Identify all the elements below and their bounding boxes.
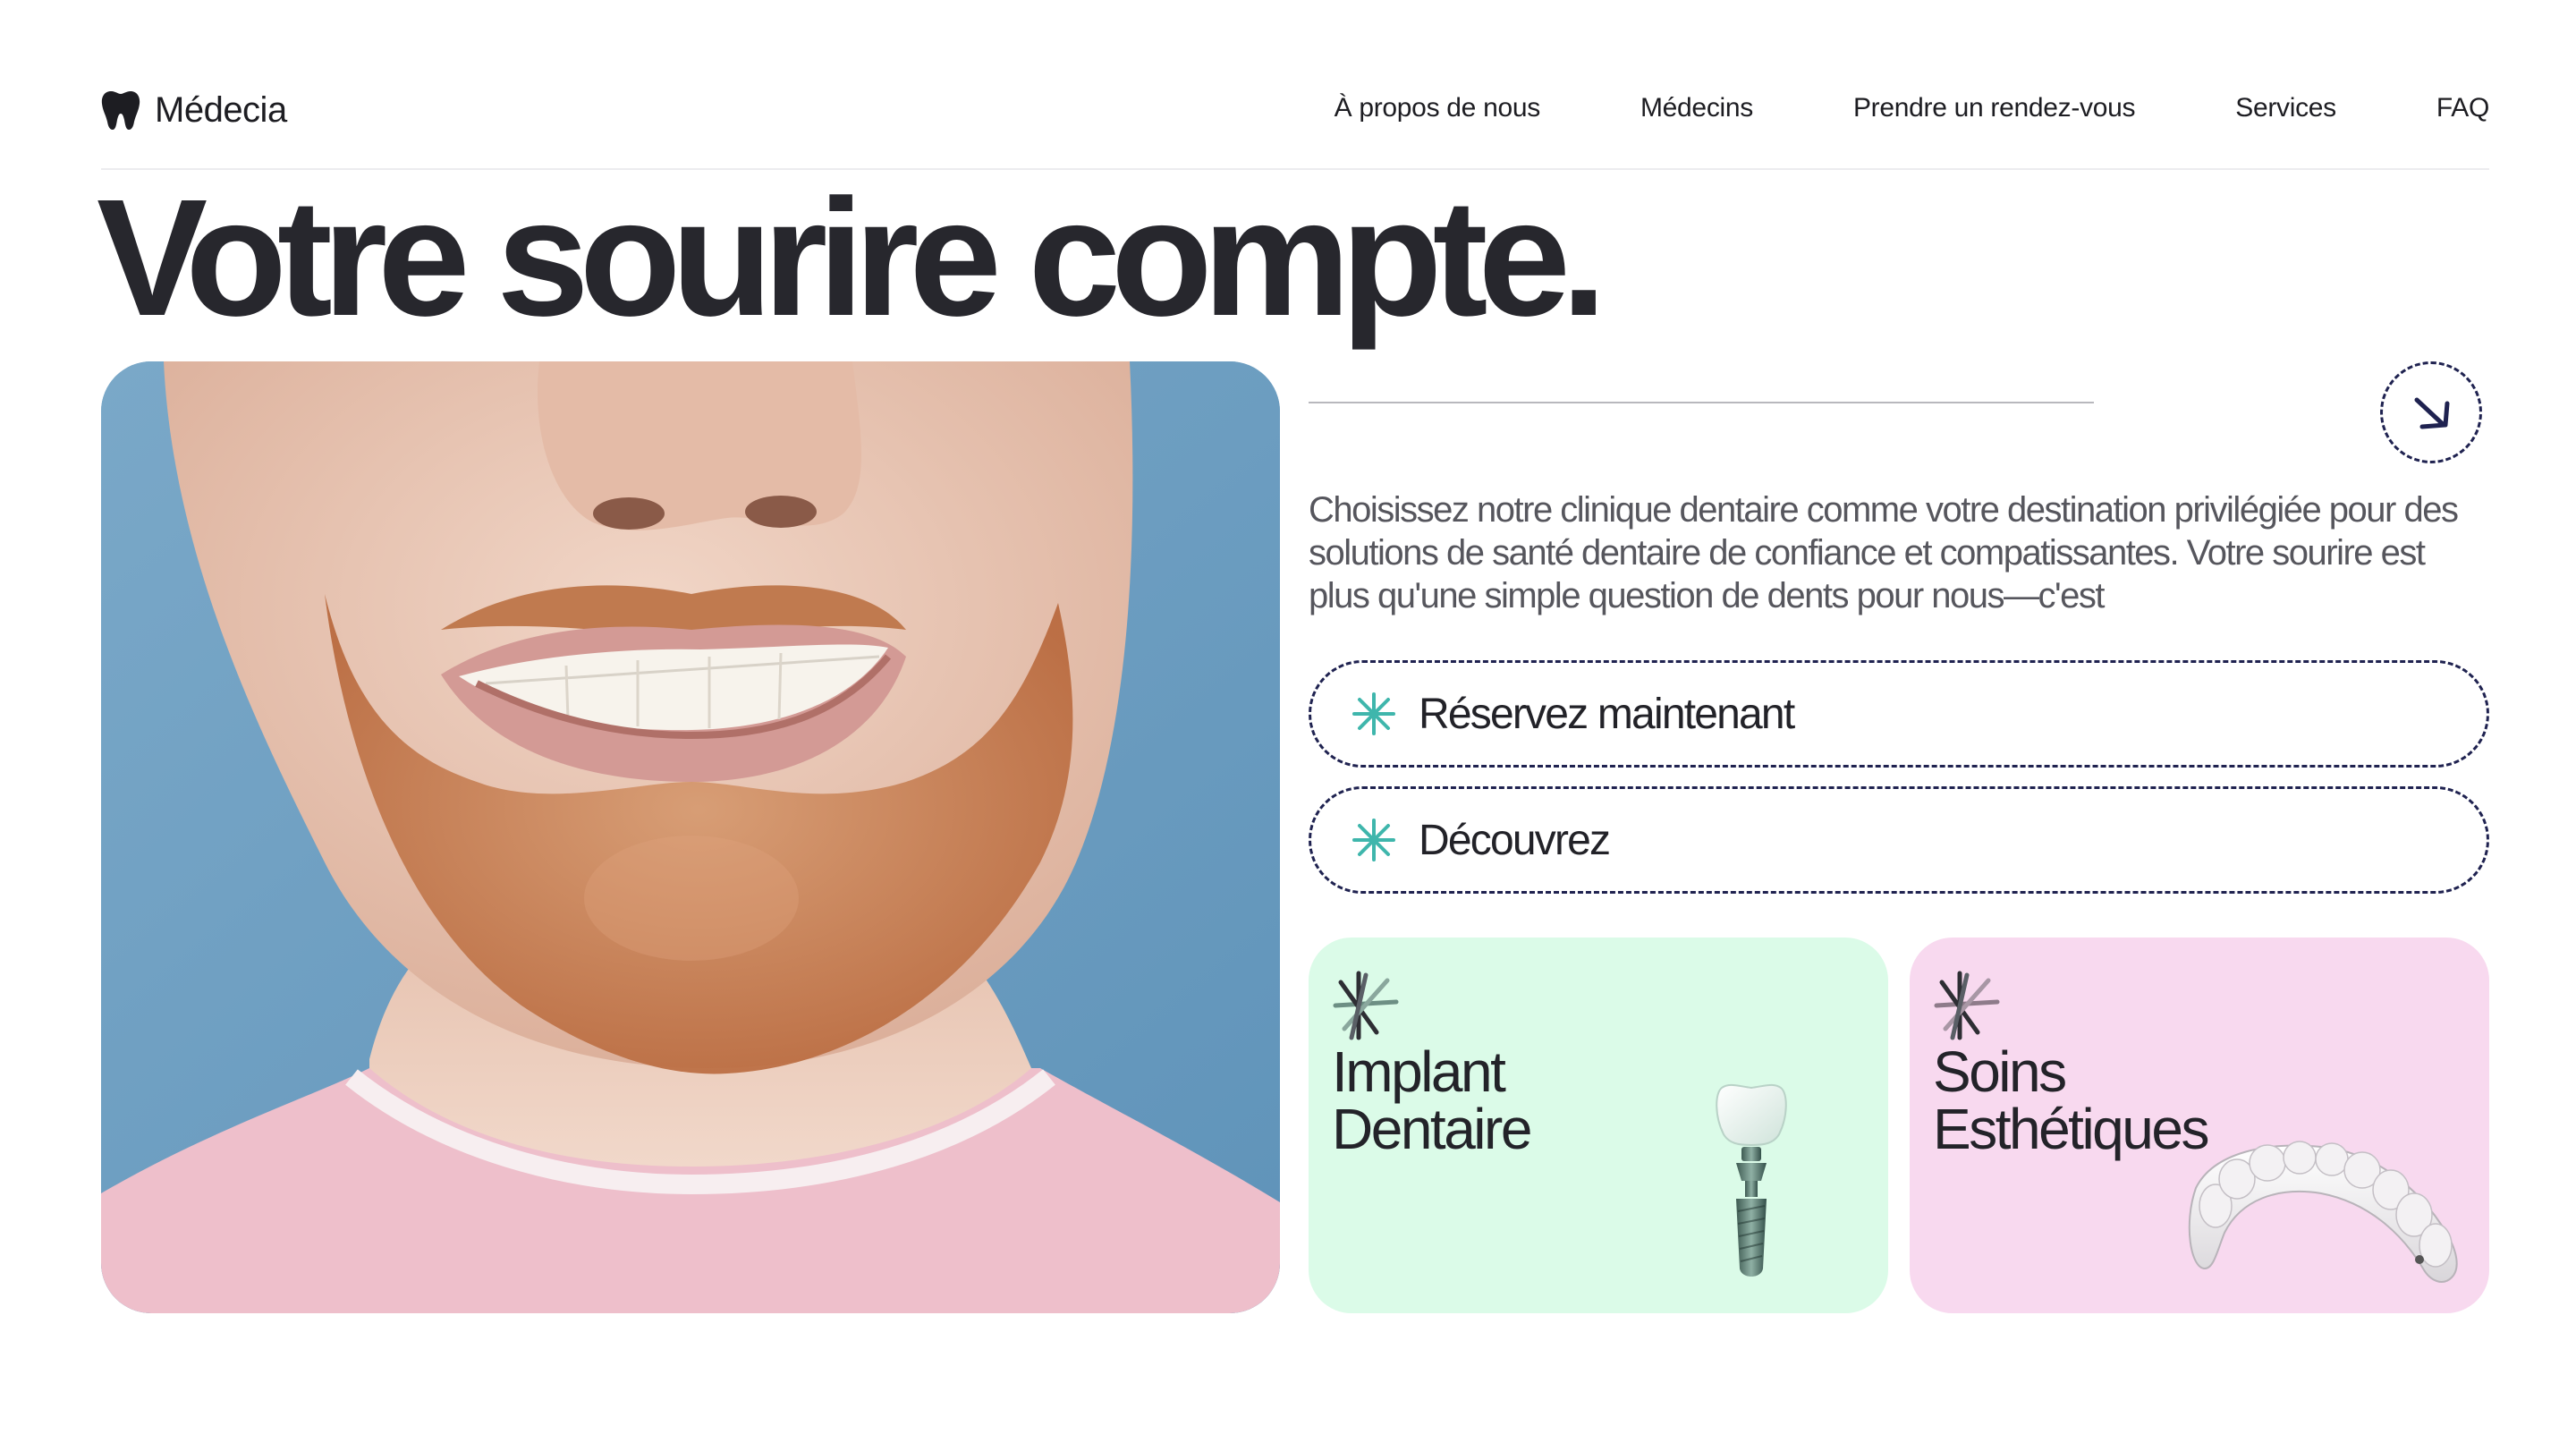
clear-aligner-illustration: [2188, 1141, 2458, 1283]
nav-link-services[interactable]: Services: [2235, 93, 2336, 123]
book-now-button[interactable]: Réservez maintenant: [1309, 660, 2489, 768]
nav-link-faq[interactable]: FAQ: [2436, 93, 2489, 123]
book-now-label: Réservez maintenant: [1419, 690, 1795, 738]
arrow-down-right-icon: [2414, 397, 2450, 429]
service-card-title: Soins Esthétiques: [1933, 1039, 2209, 1161]
service-card-title: Implant Dentaire: [1332, 1039, 1532, 1161]
sparkle-icon: [1333, 971, 1399, 1040]
hero-smile-photo: [101, 361, 1280, 1313]
asterisk-icon: [1352, 692, 1395, 735]
nav-link-about[interactable]: À propos de nous: [1335, 93, 1541, 123]
nav-link-doctors[interactable]: Médecins: [1640, 93, 1753, 123]
tooth-icon: [101, 91, 140, 130]
hero-title: Votre sourire compte.: [97, 165, 1607, 351]
dental-implant-illustration: [1716, 1083, 1787, 1277]
nav-link-appointment[interactable]: Prendre un rendez-vous: [1853, 93, 2136, 123]
scroll-arrow-button[interactable]: [2380, 361, 2482, 463]
service-card-aesthetic[interactable]: Soins Esthétiques: [1910, 938, 2489, 1313]
divider-line: [1309, 402, 2094, 403]
hero-description: Choisissez notre clinique dentaire comme…: [1309, 490, 2459, 615]
brand-logo[interactable]: Médecia: [101, 89, 287, 131]
main-nav: À propos de nous Médecins Prendre un ren…: [1335, 93, 2490, 123]
site-header: Médecia À propos de nous Médecins Prendr…: [101, 0, 2489, 170]
service-card-implant[interactable]: Implant Dentaire: [1309, 938, 1888, 1313]
sparkle-icon: [1934, 971, 2000, 1040]
discover-button[interactable]: Découvrez: [1309, 786, 2489, 894]
asterisk-icon: [1352, 819, 1395, 861]
discover-label: Découvrez: [1419, 816, 1611, 864]
brand-name: Médecia: [155, 89, 287, 130]
